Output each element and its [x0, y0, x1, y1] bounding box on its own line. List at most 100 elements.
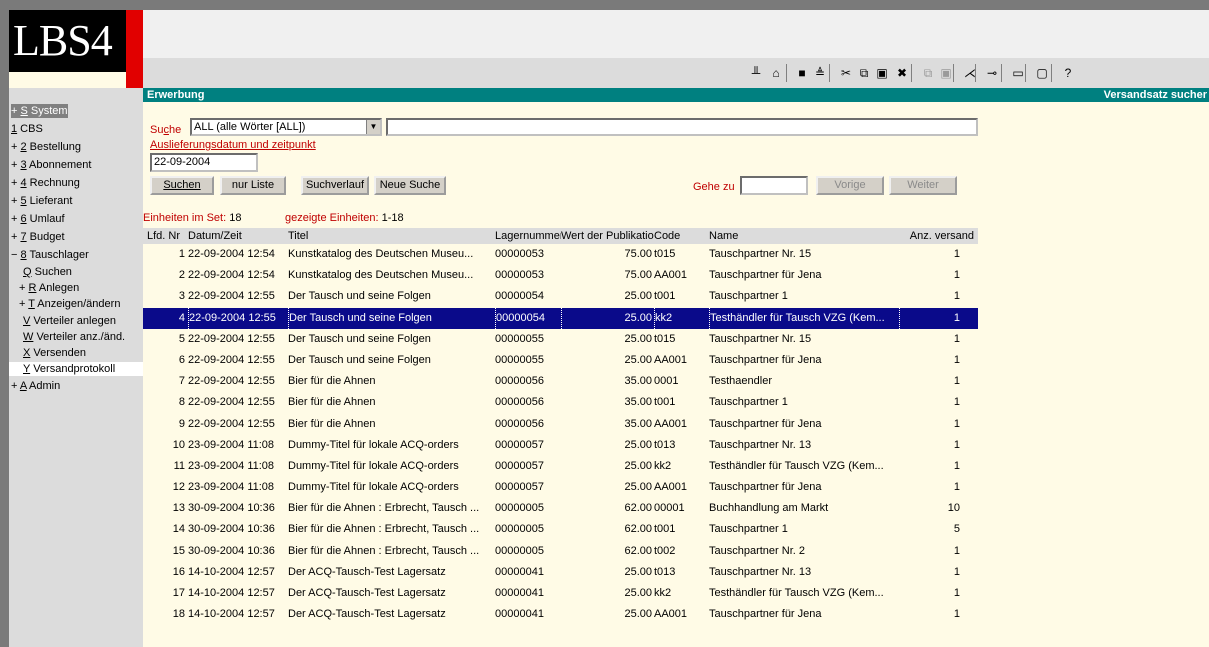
table-cell: 25.00 — [624, 353, 652, 366]
sidebar-item-versenden[interactable]: X Versenden — [23, 346, 86, 360]
table-row[interactable]: 2 22-09-2004 12:54 Kunstkatalog des Deutsc… — [143, 265, 978, 286]
sidebar-item-rechnung[interactable]: + 4 Rechnung — [11, 176, 80, 190]
cut-icon[interactable]: ✂ — [837, 64, 855, 82]
previous-button[interactable]: Vorige — [816, 176, 884, 195]
table-row[interactable]: 3 22-09-2004 12:55 Der Tausch und seine Fo… — [143, 286, 978, 307]
tag-icon[interactable]: ⊸ — [983, 64, 1001, 82]
table-cell: 14 — [172, 523, 185, 536]
table-row[interactable]: 9 22-09-2004 12:55 Bier für die Ahnen 00000… — [143, 414, 978, 435]
table-row[interactable]: 14 30-09-2004 10:36 Bier für die Ahnen : E… — [143, 519, 978, 540]
table-row[interactable]: 4 22-09-2004 12:55 Der Tausch und seine Fo… — [143, 307, 978, 329]
paste-icon[interactable]: ▣ — [873, 64, 891, 82]
sidebar-item-verteiler-anlegen[interactable]: V Verteiler anlegen — [23, 314, 116, 328]
table-cell: AA001 — [654, 608, 688, 621]
search-input[interactable] — [386, 118, 978, 136]
table-cell: 7 — [178, 375, 185, 388]
table-row[interactable]: 7 22-09-2004 12:55 Bier für die Ahnen 00000… — [143, 371, 978, 392]
table-row[interactable]: 17 14-10-2004 12:57 Der ACQ-Tausch-Test La… — [143, 583, 978, 604]
search-index-select[interactable]: ALL (alle Wörter [ALL]) ▼ — [190, 118, 382, 136]
sidebar-item-verteiler-anz-änd-[interactable]: W Verteiler anz./änd. — [23, 330, 125, 344]
table-cell: 00000005 — [495, 502, 544, 515]
sidebar-item-tauschlager[interactable]: − 8 Tauschlager — [11, 248, 89, 262]
sidebar-item-bestellung[interactable]: + 2 Bestellung — [11, 140, 81, 154]
table-cell: 25.00 — [561, 307, 654, 329]
table-cell: t002 — [654, 544, 676, 557]
table-cell: Buchhandlung am Markt — [709, 502, 829, 515]
table-cell: t015 — [654, 248, 676, 260]
window-icon[interactable]: ▢ — [1033, 64, 1051, 82]
sidebar-item-anlegen[interactable]: + R Anlegen — [19, 281, 79, 295]
table-row[interactable]: 6 22-09-2004 12:55 Der Tausch und seine Fo… — [143, 350, 978, 371]
table-cell: 22-09-2004 12:55 — [188, 290, 275, 303]
table-cell: 00000056 — [495, 396, 544, 409]
table-row[interactable]: 18 14-10-2004 12:57 Der ACQ-Tausch-Test La… — [143, 604, 978, 625]
help-icon[interactable]: ? — [1059, 64, 1077, 82]
sidebar-item-budget[interactable]: + 7 Budget — [11, 230, 65, 244]
table-row[interactable]: 10 23-09-2004 11:08 Dummy-Titel für lokale… — [143, 435, 978, 456]
sidebar-item-umlauf[interactable]: + 6 Umlauf — [11, 212, 65, 226]
table-cell: 62.00 — [624, 523, 652, 536]
column-header[interactable]: Code — [654, 228, 709, 244]
column-header[interactable]: Titel — [288, 228, 496, 244]
tools-icon[interactable]: ⋌ — [961, 64, 979, 82]
sidebar: + S System 1 CBS + 2 Bestellung + 3 Abonnem… — [9, 88, 143, 647]
sidebar-item-lieferant[interactable]: + 5 Lieferant — [11, 194, 72, 208]
sidebar-item-abonnement[interactable]: + 3 Abonnement — [11, 158, 91, 172]
table-row[interactable]: 11 23-09-2004 11:08 Dummy-Titel für lokale… — [143, 456, 978, 477]
scissors-pin-icon[interactable]: ╨ — [747, 64, 765, 82]
table-cell: 30-09-2004 10:36 — [188, 502, 275, 515]
list-only-button[interactable]: nur Liste — [220, 176, 286, 195]
table-cell: 10 — [172, 438, 185, 451]
table-cell: Tauschpartner Nr. 13 — [709, 565, 812, 578]
toolbar-separator — [829, 64, 830, 82]
table-cell: 1 — [953, 481, 960, 494]
results-table: Lfd. Nr Datum/Zeit Titel Lagernummer Wert de… — [143, 228, 978, 625]
toolbar-separator — [1001, 64, 1002, 82]
table-cell: 62.00 — [624, 502, 652, 515]
sidebar-item-cbs[interactable]: 1 CBS — [11, 122, 43, 136]
table-cell: Tauschpartner Nr. 2 — [709, 544, 805, 557]
next-button[interactable]: Weiter — [889, 176, 957, 195]
table-cell: Tauschpartner Nr. 15 — [709, 332, 812, 345]
table-cell: 10 — [947, 502, 960, 515]
table-cell: AA001 — [654, 353, 688, 366]
table-row[interactable]: 8 22-09-2004 12:55 Bier für die Ahnen 00000… — [143, 392, 978, 413]
home-icon[interactable]: ⌂ — [767, 64, 785, 82]
table-row[interactable]: 5 22-09-2004 12:55 Der Tausch und seine Fo… — [143, 329, 978, 350]
table-row[interactable]: 13 30-09-2004 10:36 Bier für die Ahnen : E… — [143, 498, 978, 519]
column-header[interactable]: Name — [709, 228, 899, 244]
dropdown-arrow-icon[interactable]: ▼ — [366, 120, 380, 134]
column-header[interactable]: Datum/Zeit — [188, 228, 288, 244]
column-header[interactable]: Lfd. Nr — [143, 228, 187, 244]
table-cell: 3 — [178, 290, 185, 303]
table-row[interactable]: 1 22-09-2004 12:54 Kunstkatalog des Deutsc… — [143, 244, 978, 265]
sidebar-item-anzeigen-ändern[interactable]: + T Anzeigen/ändern — [19, 297, 120, 311]
sidebar-item-versandprotokoll[interactable]: Y Versandprotokoll — [9, 362, 143, 376]
table-row[interactable]: 12 23-09-2004 11:08 Dummy-Titel für lokale… — [143, 477, 978, 498]
table-cell: Bier für die Ahnen : Erbrecht, Tausch ..… — [288, 502, 480, 515]
table-cell: 14-10-2004 12:57 — [188, 587, 275, 599]
search-history-button[interactable]: Suchverlauf — [301, 176, 369, 195]
delete-icon[interactable]: ✖ — [893, 64, 911, 82]
column-header[interactable]: Wert der Publikation — [561, 228, 654, 244]
goto-input[interactable] — [740, 176, 808, 195]
sidebar-item-admin[interactable]: + A Admin — [11, 379, 60, 393]
table-row[interactable]: 16 14-10-2004 12:57 Der ACQ-Tausch-Test La… — [143, 562, 978, 583]
column-header[interactable]: Anz. versand — [899, 228, 978, 244]
header-bar: Erwerbung Versandsatz sucher — [143, 88, 1209, 102]
save-icon[interactable]: ■ — [793, 64, 811, 82]
table-cell: 00000054 — [495, 290, 544, 303]
table-cell: Der Tausch und seine Folgen — [288, 290, 431, 303]
search-select-value: ALL (alle Wörter [ALL]) — [194, 121, 306, 133]
column-header[interactable]: Lagernummer — [495, 228, 561, 244]
date-input[interactable]: 22-09-2004 — [150, 153, 258, 172]
print-icon[interactable]: ≜ — [811, 64, 829, 82]
table-cell: 25.00 — [624, 587, 652, 599]
copy-disabled-icon[interactable]: ⧉ — [919, 64, 937, 82]
table-row[interactable]: 15 30-09-2004 10:36 Bier für die Ahnen : E… — [143, 541, 978, 562]
sidebar-item-suchen[interactable]: Q Suchen — [23, 265, 72, 279]
new-search-button[interactable]: Neue Suche — [374, 176, 446, 195]
search-button[interactable]: Suchen — [150, 176, 214, 195]
copy-icon[interactable]: ⧉ — [855, 64, 873, 82]
sidebar-item-system[interactable]: + S System — [11, 104, 68, 118]
